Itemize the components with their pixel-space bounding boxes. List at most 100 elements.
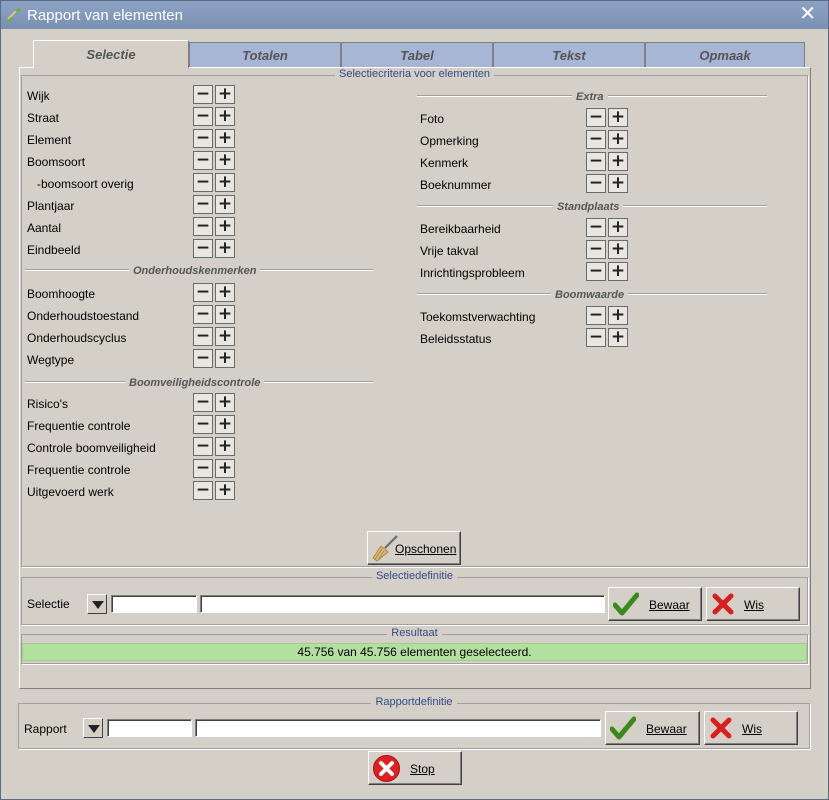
selectie-wis-button[interactable]: Wis bbox=[706, 587, 800, 621]
minus-button[interactable]: − bbox=[586, 174, 606, 193]
plus-button[interactable]: + bbox=[215, 239, 235, 258]
minus-button[interactable]: − bbox=[193, 327, 213, 346]
minus-button[interactable]: − bbox=[193, 151, 213, 170]
plus-button[interactable]: + bbox=[215, 129, 235, 148]
plus-button[interactable]: + bbox=[215, 349, 235, 368]
broom-app-icon bbox=[7, 8, 21, 22]
criterion-boomhoogte-stepper: − + bbox=[193, 283, 235, 302]
plus-button[interactable]: + bbox=[215, 481, 235, 500]
rapport-name-input[interactable] bbox=[195, 719, 601, 737]
criterion-label: Boomsoort bbox=[27, 155, 86, 169]
plus-button[interactable]: + bbox=[215, 459, 235, 478]
rapport-wis-label: Wis bbox=[742, 722, 762, 736]
standplaats-heading: Standplaats bbox=[553, 201, 624, 213]
plus-button[interactable]: + bbox=[608, 108, 628, 127]
criterion-boomsoort-stepper: − + bbox=[193, 151, 235, 170]
resultaat-status: 45.756 van 45.756 elementen geselecteerd… bbox=[22, 643, 807, 661]
plus-button[interactable]: + bbox=[215, 151, 235, 170]
plus-button[interactable]: + bbox=[215, 195, 235, 214]
plus-button[interactable]: + bbox=[608, 240, 628, 259]
tab-tabel[interactable]: Tabel bbox=[341, 42, 493, 67]
plus-button[interactable]: + bbox=[215, 107, 235, 126]
minus-button[interactable]: − bbox=[193, 349, 213, 368]
plus-button[interactable]: + bbox=[608, 174, 628, 193]
selectie-label: Selectie bbox=[27, 597, 70, 611]
minus-button[interactable]: − bbox=[193, 415, 213, 434]
minus-button[interactable]: − bbox=[586, 218, 606, 237]
minus-button[interactable]: − bbox=[586, 108, 606, 127]
plus-button[interactable]: + bbox=[215, 85, 235, 104]
boomwaarde-heading: Boomwaarde bbox=[551, 289, 629, 301]
minus-button[interactable]: − bbox=[193, 173, 213, 192]
rapport-code-input[interactable] bbox=[107, 719, 192, 737]
veiligheid-heading: Boomveiligheidscontrole bbox=[125, 377, 265, 389]
tab-totalen[interactable]: Totalen bbox=[189, 42, 341, 67]
criterion-vrije-takval-stepper: − + bbox=[586, 240, 628, 259]
selectie-name-input[interactable] bbox=[200, 595, 605, 613]
tab-tekst[interactable]: Tekst bbox=[493, 42, 645, 67]
rapport-dropdown-button[interactable] bbox=[83, 718, 103, 738]
selectie-dropdown-button[interactable] bbox=[87, 594, 107, 614]
plus-button[interactable]: + bbox=[215, 173, 235, 192]
plus-button[interactable]: + bbox=[608, 306, 628, 325]
minus-button[interactable]: − bbox=[586, 328, 606, 347]
minus-button[interactable]: − bbox=[586, 130, 606, 149]
plus-button[interactable]: + bbox=[215, 305, 235, 324]
minus-button[interactable]: − bbox=[193, 107, 213, 126]
selectie-code-input[interactable] bbox=[111, 595, 197, 613]
criterion-plantjaar-stepper: − + bbox=[193, 195, 235, 214]
plus-button[interactable]: + bbox=[215, 393, 235, 412]
criterion-element-stepper: − + bbox=[193, 129, 235, 148]
minus-button[interactable]: − bbox=[193, 239, 213, 258]
minus-button[interactable]: − bbox=[193, 217, 213, 236]
rapport-bewaar-button[interactable]: Bewaar bbox=[605, 711, 700, 745]
plus-button[interactable]: + bbox=[215, 283, 235, 302]
resultaat-group-title: Resultaat bbox=[387, 627, 442, 639]
minus-button[interactable]: − bbox=[193, 129, 213, 148]
minus-button[interactable]: − bbox=[586, 240, 606, 259]
rapport-label: Rapport bbox=[24, 722, 67, 736]
minus-button[interactable]: − bbox=[193, 283, 213, 302]
minus-button[interactable]: − bbox=[586, 262, 606, 281]
plus-button[interactable]: + bbox=[608, 262, 628, 281]
minus-button[interactable]: − bbox=[586, 306, 606, 325]
plus-button[interactable]: + bbox=[608, 152, 628, 171]
minus-button[interactable]: − bbox=[193, 437, 213, 456]
plus-button[interactable]: + bbox=[215, 217, 235, 236]
close-icon[interactable]: ✕ bbox=[799, 3, 816, 25]
report-window: Rapport van elementen ✕ Selectie Totalen… bbox=[0, 0, 829, 800]
red-cross-icon bbox=[712, 593, 734, 615]
plus-button[interactable]: + bbox=[215, 415, 235, 434]
criterion-label: Boomhoogte bbox=[27, 287, 96, 301]
plus-button[interactable]: + bbox=[608, 218, 628, 237]
criterion-eindbeeld-stepper: − + bbox=[193, 239, 235, 258]
criterion-toekomstverwachting-stepper: − + bbox=[586, 306, 628, 325]
plus-button[interactable]: + bbox=[215, 327, 235, 346]
criterion-label: Toekomstverwachting bbox=[420, 310, 536, 324]
tab-opmaak[interactable]: Opmaak bbox=[645, 42, 805, 67]
minus-button[interactable]: − bbox=[193, 459, 213, 478]
criterion-label: Wegtype bbox=[27, 353, 75, 367]
opschonen-button[interactable]: Opschonen bbox=[367, 531, 461, 565]
criterion-onderhoudstoestand-stepper: − + bbox=[193, 305, 235, 324]
plus-button[interactable]: + bbox=[215, 437, 235, 456]
minus-button[interactable]: − bbox=[193, 85, 213, 104]
minus-button[interactable]: − bbox=[193, 393, 213, 412]
criterion-label: Wijk bbox=[27, 89, 50, 103]
criterion-label: Uitgevoerd werk bbox=[27, 485, 114, 499]
criterion-label: Risico's bbox=[27, 397, 68, 411]
minus-button[interactable]: − bbox=[193, 305, 213, 324]
checkmark-icon bbox=[613, 592, 639, 616]
minus-button[interactable]: − bbox=[193, 195, 213, 214]
rapport-wis-button[interactable]: Wis bbox=[704, 711, 798, 745]
rapport-bewaar-label: Bewaar bbox=[646, 722, 687, 736]
tab-selectie[interactable]: Selectie bbox=[33, 40, 189, 68]
minus-button[interactable]: − bbox=[193, 481, 213, 500]
criterion-label: Foto bbox=[420, 112, 445, 126]
criterion-uitgevoerd-werk-stepper: − + bbox=[193, 481, 235, 500]
stop-button[interactable]: Stop bbox=[368, 751, 462, 785]
plus-button[interactable]: + bbox=[608, 328, 628, 347]
selectie-bewaar-button[interactable]: Bewaar bbox=[608, 587, 702, 621]
plus-button[interactable]: + bbox=[608, 130, 628, 149]
minus-button[interactable]: − bbox=[586, 152, 606, 171]
